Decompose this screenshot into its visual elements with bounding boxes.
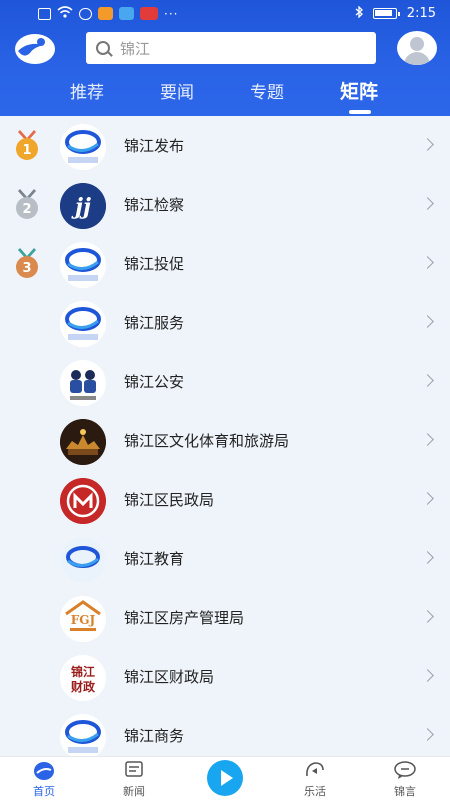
jinjiang-logo-icon bbox=[60, 301, 106, 347]
list-item[interactable]: 锦江服务 bbox=[0, 293, 450, 352]
jinjiang-logo-icon bbox=[60, 124, 106, 170]
matrix-list: 1 锦江发布 2 jj 锦江检察 3 锦江投促 锦江服务 锦江公安 锦江区文化体… bbox=[0, 116, 450, 756]
app-logo-icon[interactable] bbox=[14, 31, 56, 65]
list-item-label: 锦江检察 bbox=[124, 196, 185, 214]
svg-text:1: 1 bbox=[22, 143, 31, 158]
avatar[interactable] bbox=[397, 31, 437, 65]
nav-jinyan[interactable]: 锦言 bbox=[375, 757, 435, 800]
tab-topics[interactable]: 专题 bbox=[250, 78, 284, 103]
list-item-label: 锦江公安 bbox=[124, 373, 185, 391]
bronze-medal-icon: 3 bbox=[14, 248, 40, 280]
list-item[interactable]: 锦江区文化体育和旅游局 bbox=[0, 411, 450, 470]
list-item[interactable]: 锦江公安 bbox=[0, 352, 450, 411]
jinjiang-logo-icon bbox=[60, 714, 106, 756]
nav-home-label: 首页 bbox=[33, 785, 55, 798]
list-item[interactable]: 2 jj 锦江检察 bbox=[0, 175, 450, 234]
civil-affairs-icon bbox=[60, 478, 106, 524]
status-time: 2:15 bbox=[406, 6, 436, 21]
list-item-label: 锦江区财政局 bbox=[124, 668, 215, 686]
search-placeholder: 锦江 bbox=[120, 39, 151, 58]
status-icons-right: 2:15 bbox=[355, 5, 436, 21]
list-item-label: 锦江商务 bbox=[124, 727, 185, 745]
list-item[interactable]: 锦江教育 bbox=[0, 529, 450, 588]
app-icon bbox=[79, 7, 92, 20]
police-icon bbox=[60, 360, 106, 406]
app-header: ··· 2:15 锦江 推荐 要闻 专题 矩阵 bbox=[0, 0, 450, 116]
jinyan-icon bbox=[394, 761, 416, 782]
nav-jinyan-label: 锦言 bbox=[394, 785, 416, 798]
nav-news-label: 新闻 bbox=[123, 785, 145, 798]
nav-lehuo[interactable]: 乐活 bbox=[285, 757, 345, 800]
chevron-right-icon bbox=[421, 433, 434, 446]
chevron-right-icon bbox=[421, 138, 434, 151]
chevron-right-icon bbox=[421, 728, 434, 741]
wifi-icon bbox=[57, 6, 73, 21]
chevron-right-icon bbox=[421, 374, 434, 387]
status-icons-left: ··· bbox=[38, 6, 178, 21]
svg-text:锦江: 锦江 bbox=[71, 664, 95, 679]
bluetooth-icon bbox=[355, 5, 363, 21]
chevron-right-icon bbox=[421, 256, 434, 269]
svg-text:2: 2 bbox=[22, 202, 31, 217]
chevron-right-icon bbox=[421, 610, 434, 623]
list-item-label: 锦江服务 bbox=[124, 314, 185, 332]
status-bar: ··· 2:15 bbox=[0, 0, 450, 28]
tab-news[interactable]: 要闻 bbox=[160, 78, 194, 103]
list-item[interactable]: 1 锦江发布 bbox=[0, 116, 450, 175]
notification-icon bbox=[38, 7, 51, 20]
list-item-label: 锦江发布 bbox=[124, 137, 185, 155]
lehuo-icon bbox=[305, 761, 325, 782]
list-item-label: 锦江教育 bbox=[124, 550, 185, 568]
fgj-icon: FGJ bbox=[60, 596, 106, 642]
gold-medal-icon: 1 bbox=[14, 130, 40, 162]
search-icon bbox=[96, 41, 110, 55]
list-item[interactable]: 锦江 财政 锦江区财政局 bbox=[0, 647, 450, 706]
battery-icon bbox=[372, 8, 400, 19]
app-icon bbox=[98, 7, 113, 20]
chevron-right-icon bbox=[421, 551, 434, 564]
search-input[interactable]: 锦江 bbox=[86, 32, 376, 64]
list-item-label: 锦江投促 bbox=[124, 255, 185, 273]
home-icon bbox=[33, 761, 55, 784]
tab-recommend[interactable]: 推荐 bbox=[70, 78, 104, 103]
play-icon bbox=[206, 759, 244, 800]
tab-active-indicator bbox=[349, 110, 371, 114]
more-notifications-icon: ··· bbox=[164, 6, 179, 21]
svg-text:财政: 财政 bbox=[70, 679, 96, 694]
silver-medal-icon: 2 bbox=[14, 189, 40, 221]
list-item[interactable]: 锦江商务 bbox=[0, 706, 450, 756]
app-icon bbox=[140, 7, 158, 20]
app-icon bbox=[119, 7, 134, 20]
list-item-label: 锦江区房产管理局 bbox=[124, 609, 245, 627]
chevron-right-icon bbox=[421, 315, 434, 328]
culture-tourism-icon bbox=[60, 419, 106, 465]
procuratorate-icon: jj bbox=[60, 183, 106, 229]
nav-play[interactable] bbox=[195, 757, 255, 800]
chevron-right-icon bbox=[421, 492, 434, 505]
tab-bar: 推荐 要闻 专题 矩阵 bbox=[0, 78, 450, 116]
bottom-nav: 首页 新闻 乐活 锦言 bbox=[0, 756, 450, 800]
nav-news[interactable]: 新闻 bbox=[104, 757, 164, 800]
list-item[interactable]: FGJ 锦江区房产管理局 bbox=[0, 588, 450, 647]
nav-lehuo-label: 乐活 bbox=[304, 785, 326, 798]
list-item[interactable]: 锦江区民政局 bbox=[0, 470, 450, 529]
education-icon bbox=[60, 537, 106, 583]
nav-home[interactable]: 首页 bbox=[14, 757, 74, 800]
finance-icon: 锦江 财政 bbox=[60, 655, 106, 701]
list-item[interactable]: 3 锦江投促 bbox=[0, 234, 450, 293]
news-icon bbox=[125, 761, 143, 782]
list-item-label: 锦江区文化体育和旅游局 bbox=[124, 432, 290, 450]
chevron-right-icon bbox=[421, 197, 434, 210]
svg-text:FGJ: FGJ bbox=[71, 613, 96, 627]
tab-matrix[interactable]: 矩阵 bbox=[340, 77, 378, 104]
jinjiang-logo-icon bbox=[60, 242, 106, 288]
chevron-right-icon bbox=[421, 669, 434, 682]
list-item-label: 锦江区民政局 bbox=[124, 491, 215, 509]
svg-text:3: 3 bbox=[22, 261, 31, 276]
